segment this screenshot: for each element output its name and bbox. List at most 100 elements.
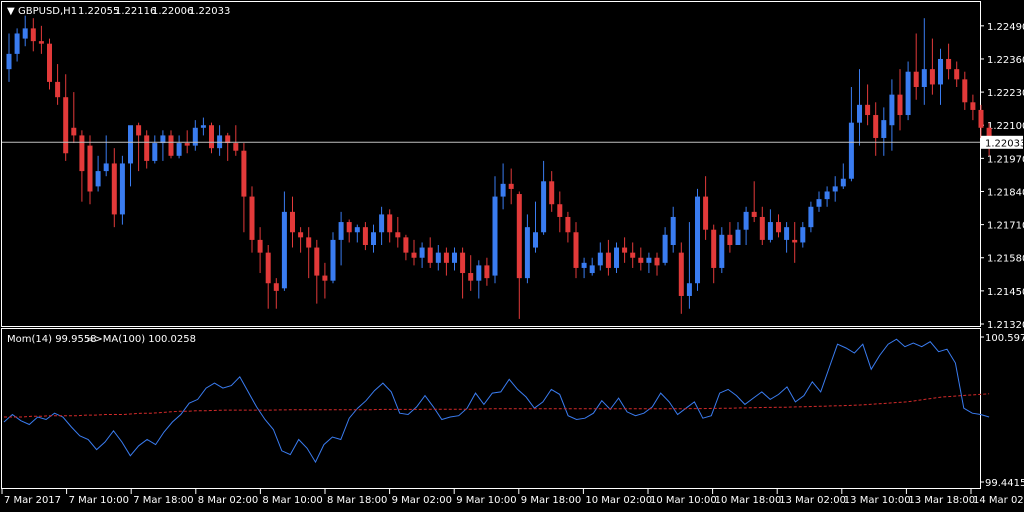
candle [678,242,684,314]
candle-body [371,232,376,245]
candle-body [881,120,887,138]
candle [808,201,814,233]
candle-body [929,69,935,85]
price-tick-label: 1.21970 [987,154,1024,165]
chart-header-high: 1.22116 [115,6,156,17]
candle [735,222,741,245]
candle-body [946,58,952,70]
candle-body [217,135,223,149]
candle-body [565,216,571,233]
candle [614,242,619,274]
candle [881,107,887,156]
candle-body [47,43,52,82]
indicator-label: Mom(14) 99.9558 [7,334,97,345]
ma-line [4,393,990,418]
time-tick-label: 10 Mar 02:00 [585,495,652,506]
candle-body [735,229,741,245]
candle [711,224,717,284]
candle [217,125,223,156]
candle-body [792,239,798,243]
candle-body [978,109,984,128]
candle-body [678,252,684,296]
candle-body [711,229,717,268]
candle [30,18,36,52]
candle [371,224,376,253]
candle [200,117,206,136]
candle-body [816,199,822,207]
candle-body [484,265,490,279]
candle-body [128,125,133,164]
candle [136,122,142,172]
candle-body [273,283,279,291]
candle [290,196,295,248]
candle-body [314,247,320,276]
candle-body [176,143,182,156]
time-tick-label: 7 Mar 18:00 [133,495,193,506]
candle-body [71,127,77,136]
candle-body [751,211,757,217]
candle [476,260,482,299]
candle [727,222,733,253]
candle-body [614,247,619,268]
candle [71,92,77,144]
time-tick-label: 8 Mar 02:00 [198,495,258,506]
candle [622,237,628,263]
candle-body [840,178,846,187]
candle-body [784,227,790,240]
time-tick-label: 8 Mar 10:00 [262,495,322,506]
candle [533,201,538,253]
candle [192,120,198,151]
candle-body [695,196,700,284]
candle-body [281,211,287,289]
candle-body [897,94,903,116]
price-tick-label: 1.22360 [987,55,1024,66]
candle-body [889,94,895,126]
candle-body [209,125,214,149]
candle-body [727,234,733,245]
candle-body [265,252,271,284]
price-tick-label: 1.21450 [987,287,1024,298]
candle [654,252,660,276]
time-tick-label: 14 Mar 02:00 [973,495,1024,506]
candle-body [662,234,668,263]
chart-header-low: 1.22006 [152,6,193,17]
candle [776,214,781,238]
candle-body [136,125,142,136]
candle [767,209,773,243]
candle [387,209,393,243]
candle-body [581,262,587,268]
price-axis: 1.22490 1.22360 1.22230 1.22100 1.21970 1.218… [980,22,1024,331]
candle-body [970,102,976,110]
candle-body [362,227,368,245]
candle-body [589,265,595,274]
candle [848,87,854,182]
candle [743,206,749,245]
candle-body [30,28,36,42]
time-tick-label: 9 Mar 10:00 [456,495,516,506]
candle [865,84,871,126]
price-tick-label: 1.21320 [987,320,1024,331]
candle [379,206,385,245]
candle-body [387,214,393,233]
candle [889,79,895,151]
candle-body [654,257,660,266]
candle [168,130,174,159]
candle [225,132,231,161]
candle-body [95,171,101,187]
time-tick-label: 7 Mar 2017 [4,495,61,506]
candle [281,191,287,291]
candle [646,252,652,274]
candle [840,163,846,189]
candle [209,122,214,154]
candle-body [379,214,385,233]
chart-header-symbol: GBPUSD,H1 [18,6,77,17]
candle [55,64,61,105]
candle-body [913,71,919,87]
candle-body [79,135,85,172]
time-axis: 7 Mar 2017 7 Mar 10:00 7 Mar 18:00 8 Mar 02… [1,489,1024,506]
candle [273,278,279,309]
candle-body [541,181,547,233]
candle-body [905,71,911,116]
collapse-triangle-icon[interactable]: ▼ [7,6,15,17]
candle [524,214,530,284]
